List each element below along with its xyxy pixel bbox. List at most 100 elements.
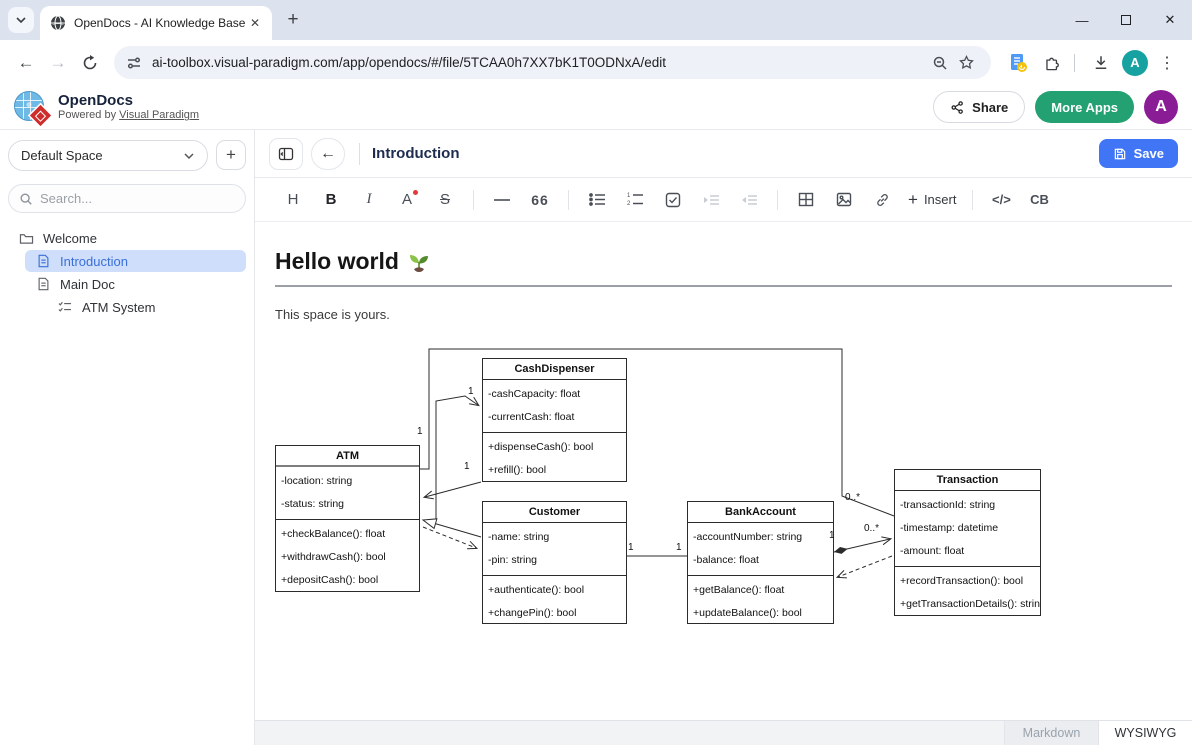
tree-item-atm-system[interactable]: ATM System bbox=[47, 296, 246, 318]
app-name: OpenDocs bbox=[58, 92, 199, 109]
uml-class-customer[interactable]: Customer -name: string -pin: string +aut… bbox=[482, 501, 627, 624]
tree-item-main-doc[interactable]: Main Doc bbox=[25, 273, 246, 295]
bold-button[interactable]: B bbox=[319, 187, 343, 213]
uml-attribute: -timestamp: datetime bbox=[895, 517, 1040, 540]
italic-button[interactable]: I bbox=[357, 187, 381, 213]
new-tab-button[interactable]: + bbox=[280, 7, 306, 33]
docs-offline-extension-icon[interactable] bbox=[1003, 48, 1033, 78]
multiplicity-label: 0..* bbox=[864, 523, 879, 534]
bullet-list-icon bbox=[589, 192, 606, 207]
heading-button[interactable]: H bbox=[281, 187, 305, 213]
font-color-button[interactable]: A bbox=[395, 187, 419, 213]
multiplicity-label: 0..* bbox=[845, 492, 860, 503]
tree-item-welcome[interactable]: Welcome bbox=[8, 227, 246, 249]
space-selector[interactable]: Default Space bbox=[8, 140, 208, 171]
code-block-button[interactable]: CB bbox=[1027, 187, 1051, 213]
numbered-list-button[interactable]: 12 bbox=[623, 187, 647, 213]
forward-button[interactable]: → bbox=[42, 47, 74, 79]
seedling-emoji-icon bbox=[407, 250, 431, 274]
uml-class-cashdispenser[interactable]: CashDispenser -cashCapacity: float -curr… bbox=[482, 358, 627, 482]
uml-method: +updateBalance(): bool bbox=[688, 602, 833, 625]
window-maximize-button[interactable] bbox=[1104, 0, 1148, 40]
page-heading: Hello world bbox=[275, 248, 1172, 275]
indent-button[interactable] bbox=[699, 187, 723, 213]
document-icon bbox=[35, 254, 51, 268]
table-icon bbox=[798, 192, 814, 207]
window-close-button[interactable]: ✕ bbox=[1148, 0, 1192, 40]
browser-tab-active[interactable]: OpenDocs - AI Knowledge Base ✕ bbox=[40, 6, 272, 40]
plus-icon: + bbox=[908, 190, 918, 210]
uml-attribute: -location: string bbox=[276, 470, 419, 493]
inline-code-button[interactable]: </> bbox=[989, 187, 1013, 213]
bookmark-star-icon[interactable] bbox=[953, 50, 979, 76]
tree-item-label: Introduction bbox=[60, 254, 128, 269]
uml-class-atm[interactable]: ATM -location: string -status: string +c… bbox=[275, 445, 420, 592]
navigate-back-button[interactable]: ← bbox=[311, 138, 345, 170]
search-input[interactable] bbox=[40, 191, 210, 206]
multiplicity-label: 1 bbox=[417, 426, 423, 437]
globe-favicon-icon bbox=[50, 15, 66, 31]
document-title: Introduction bbox=[372, 145, 459, 162]
mode-tab-markdown[interactable]: Markdown bbox=[1004, 721, 1098, 745]
tree-item-introduction[interactable]: Introduction bbox=[25, 250, 246, 272]
heading-text: Hello world bbox=[275, 248, 399, 275]
reload-button[interactable] bbox=[74, 47, 106, 79]
uml-method: +refill(): bool bbox=[483, 459, 626, 482]
blockquote-button[interactable]: 66 bbox=[528, 187, 552, 213]
zoom-out-page-icon[interactable] bbox=[927, 50, 953, 76]
uml-class-transaction[interactable]: Transaction -transactionId: string -time… bbox=[894, 469, 1041, 616]
browser-profile-avatar[interactable]: A bbox=[1122, 50, 1148, 76]
insert-link-button[interactable] bbox=[870, 187, 894, 213]
forward-arrow-icon: → bbox=[50, 53, 67, 73]
uml-class-name: Customer bbox=[483, 502, 626, 523]
url-text[interactable]: ai-toolbox.visual-paradigm.com/app/opend… bbox=[152, 55, 927, 70]
mode-tab-wysiwyg[interactable]: WYSIWYG bbox=[1098, 721, 1192, 745]
formatting-toolbar: H B I A S 66 12 bbox=[255, 178, 1192, 222]
share-button[interactable]: Share bbox=[933, 91, 1025, 123]
task-list-icon bbox=[57, 301, 73, 313]
window-minimize-button[interactable]: — bbox=[1060, 0, 1104, 40]
more-apps-button[interactable]: More Apps bbox=[1035, 91, 1134, 123]
document-icon bbox=[35, 277, 51, 291]
insert-button[interactable]: + Insert bbox=[908, 187, 956, 213]
uml-class-diagram[interactable]: ATM -location: string -status: string +c… bbox=[275, 346, 1047, 636]
account-avatar[interactable]: A bbox=[1144, 90, 1178, 124]
site-settings-icon[interactable] bbox=[126, 55, 142, 71]
horizontal-rule-button[interactable] bbox=[490, 187, 514, 213]
uml-attribute: -accountNumber: string bbox=[688, 526, 833, 549]
save-label: Save bbox=[1134, 146, 1164, 161]
save-button[interactable]: Save bbox=[1099, 139, 1178, 168]
tab-close-button[interactable]: ✕ bbox=[246, 14, 264, 32]
document-content[interactable]: Hello world This space is yours. bbox=[255, 222, 1192, 720]
address-bar[interactable]: ai-toolbox.visual-paradigm.com/app/opend… bbox=[114, 46, 991, 79]
uml-method: +changePin(): bool bbox=[483, 602, 626, 625]
visual-paradigm-link[interactable]: Visual Paradigm bbox=[119, 109, 199, 121]
bullet-list-button[interactable] bbox=[585, 187, 609, 213]
toggle-sidebar-button[interactable] bbox=[269, 138, 303, 170]
checklist-button[interactable] bbox=[661, 187, 685, 213]
uml-method: +withdrawCash(): bool bbox=[276, 546, 419, 569]
uml-method: +authenticate(): bool bbox=[483, 579, 626, 602]
back-button[interactable]: ← bbox=[10, 47, 42, 79]
numbered-list-icon: 12 bbox=[627, 192, 644, 207]
editor-pane: ← Introduction Save H B I A S 66 bbox=[255, 130, 1192, 745]
back-arrow-icon: ← bbox=[320, 145, 336, 163]
search-box[interactable] bbox=[8, 184, 246, 213]
insert-image-button[interactable] bbox=[832, 187, 856, 213]
strikethrough-button[interactable]: S bbox=[433, 187, 457, 213]
uml-attribute: -transactionId: string bbox=[895, 494, 1040, 517]
add-space-button[interactable]: + bbox=[216, 140, 246, 170]
insert-table-button[interactable] bbox=[794, 187, 818, 213]
editor-header: ← Introduction Save bbox=[255, 130, 1192, 178]
extensions-puzzle-icon[interactable] bbox=[1037, 48, 1067, 78]
browser-menu-kebab-icon[interactable]: ⋮ bbox=[1152, 48, 1182, 78]
uml-class-name: BankAccount bbox=[688, 502, 833, 523]
uml-class-bankaccount[interactable]: BankAccount -accountNumber: string -bala… bbox=[687, 501, 834, 624]
outdent-button[interactable] bbox=[737, 187, 761, 213]
tab-search-button[interactable] bbox=[8, 7, 34, 33]
uml-attribute: -status: string bbox=[276, 493, 419, 516]
checkbox-icon bbox=[665, 192, 681, 208]
space-selector-value: Default Space bbox=[21, 148, 183, 163]
downloads-icon[interactable] bbox=[1086, 48, 1116, 78]
uml-attribute: -pin: string bbox=[483, 549, 626, 572]
